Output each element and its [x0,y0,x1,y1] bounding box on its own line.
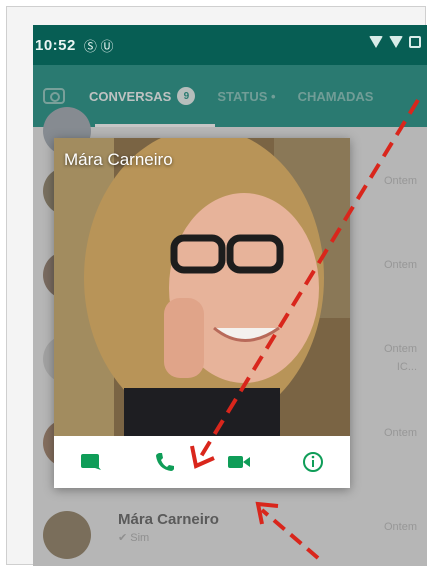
chat-last-message: ✔ Sim [118,532,150,544]
popup-contact-name: Mára Carneiro [64,150,173,169]
chat-icon [81,454,101,470]
profile-photo[interactable]: Mára Carneiro [54,138,350,436]
profile-photo-image [54,138,350,436]
chat-name-behind-popup: Mára Carneiro [118,511,219,528]
phone-icon [156,453,174,471]
message-button[interactable] [71,442,111,482]
status-time: 10:52 [35,36,76,54]
popup-action-bar [54,436,350,488]
battery-icon [409,36,421,48]
notification-icons: Ⓢ Ⓤ [83,38,114,54]
info-icon [303,452,323,472]
video-call-button[interactable] [219,442,259,482]
status-bar: 10:52 Ⓢ Ⓤ [33,25,427,65]
wifi-icon [369,36,383,48]
info-button[interactable] [293,442,333,482]
profile-popup: Mára Carneiro [54,138,350,488]
call-button[interactable] [145,442,185,482]
system-icons [369,36,421,48]
signal-icon [389,36,403,48]
video-icon [228,456,250,468]
